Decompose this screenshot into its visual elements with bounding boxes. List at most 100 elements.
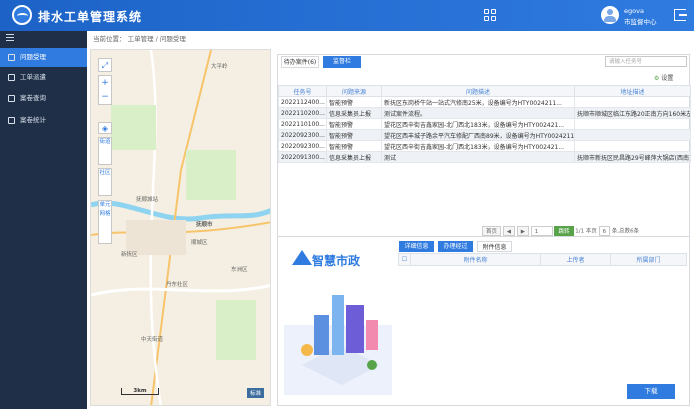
tab-details[interactable]: 详细信息 <box>399 241 434 252</box>
dispatch-icon <box>8 74 15 81</box>
sidebar-item-label: 问题受理 <box>20 53 46 61</box>
community-layer-toggle[interactable]: 社区 <box>98 168 112 196</box>
map-label: 中天街道 <box>141 337 164 343</box>
column-header[interactable]: 所属部门 <box>610 253 687 266</box>
address <box>574 129 691 141</box>
column-header[interactable]: 上传者 <box>540 253 611 266</box>
sidebar: 问题受理 工单派遣 案卷查询 案卷统计 <box>0 31 87 409</box>
sidebar-item-case-query[interactable]: 案卷查询 <box>0 89 87 108</box>
community-label: 社区 <box>99 170 111 176</box>
grid-menu-icon[interactable] <box>484 9 496 21</box>
zoom-control[interactable]: + − <box>98 75 112 105</box>
document-icon <box>8 54 15 61</box>
tab-attachments[interactable]: 附件信息 <box>477 241 512 252</box>
map-background <box>91 50 270 405</box>
address <box>574 118 691 130</box>
column-header[interactable]: 附件名称 <box>410 253 541 266</box>
task-id: 2022091300... <box>278 151 327 163</box>
description: 新抚区东岗桥牛站一站式汽修南25米，设备编号为HTY0024211... <box>381 96 575 108</box>
table-row[interactable]: 2022110200... 信息采集员上报 测试案件流程。 抚顺市顺城区临江东路20正… <box>278 107 691 119</box>
column-header[interactable]: 任务号 <box>278 85 327 97</box>
fullscreen-button[interactable]: ⤢ <box>98 58 112 72</box>
map-label: 丹东社区 <box>166 282 189 288</box>
smart-city-illustration: 智慧市政 <box>282 240 394 404</box>
chart-icon <box>8 117 15 124</box>
column-header[interactable]: 问题来源 <box>326 85 382 97</box>
task-id: 2022092300... <box>278 140 327 152</box>
address <box>574 140 691 152</box>
app-title: 排水工单管理系统 <box>38 10 143 24</box>
sidebar-item-issue-intake[interactable]: 问题受理 <box>0 48 87 67</box>
map-label: 顺城区 <box>191 240 208 246</box>
source: 智能预警 <box>326 118 382 130</box>
jump-button[interactable]: 跳转 <box>554 226 574 236</box>
column-header[interactable]: 问题描述 <box>381 85 575 97</box>
description: 望花区西丰城子路余平汽车修配厂西南89米，设备编号为HTY0024211... <box>381 129 575 141</box>
layers-button[interactable]: ◈ <box>98 122 112 134</box>
address: 抚顺市新抚区民昌路29号峰萍大锅店(西南) <box>574 151 691 163</box>
street-layer-toggle[interactable]: 街道 <box>98 137 112 165</box>
source: 智能预警 <box>326 140 382 152</box>
scale-bar: 3km <box>121 388 159 395</box>
map-view[interactable]: ⤢ + − ◈ 街道 社区 单元网格 大平岭 抚顺城站 新抚区 顺城区 抚顺市 丹… <box>90 49 271 406</box>
tab-process[interactable]: 办理经过 <box>438 241 473 252</box>
task-id: 2022112400... <box>278 96 327 108</box>
breadcrumb: 当前位置： 工单管理 / 问题受理 <box>93 35 186 43</box>
sidebar-item-label: 工单派遣 <box>20 73 46 81</box>
settings-button[interactable]: ⚙ 设置 <box>654 73 673 82</box>
task-id: 2022110100... <box>278 118 327 130</box>
user-name: egova <box>624 7 644 15</box>
logout-icon[interactable] <box>674 9 687 21</box>
page-size-select[interactable]: 6 <box>598 226 611 236</box>
search-input[interactable]: 请输入任务号 <box>605 56 687 67</box>
map-label: 新抚区 <box>121 252 138 258</box>
task-table: 任务号 问题来源 问题描述 地址描述 2022112400... 智能预警 新抚区东… <box>278 85 691 163</box>
sidebar-item-case-stats[interactable]: 案卷统计 <box>0 111 87 130</box>
address <box>574 96 691 108</box>
download-button[interactable]: 下载 <box>627 384 675 399</box>
column-header[interactable]: 地址描述 <box>574 85 691 97</box>
menu-icon[interactable] <box>6 34 14 41</box>
page-info: 1/1 本页 <box>575 228 597 235</box>
table-row[interactable]: 2022110100... 智能预警 望花区西辛街吉鑫家园-北门西北183米，设备编… <box>278 118 691 130</box>
tab-pending-cases[interactable]: 待办案件(6) <box>281 56 319 68</box>
table-row[interactable]: 2022112400... 智能预警 新抚区东岗桥牛站一站式汽修南25米，设备编号为… <box>278 96 691 108</box>
prev-page-button[interactable]: ◀ <box>502 226 515 236</box>
pagination: 首页 ◀ ▶ 1 跳转 1/1 本页 6 条,总数6条 <box>482 226 639 236</box>
select-all-checkbox[interactable]: ☐ <box>398 253 411 266</box>
table-header-row: ☐ 附件名称 上传者 所属部门 <box>398 253 687 266</box>
illustration-title: 智慧市政 <box>312 254 361 268</box>
source: 信息采集员上报 <box>326 151 382 163</box>
avatar[interactable] <box>601 6 619 24</box>
task-id: 2022092300... <box>278 129 327 141</box>
table-row[interactable]: 2022091300... 信息采集员上报 测试 抚顺市新抚区民昌路29号峰萍大锅店(… <box>278 151 691 163</box>
table-row[interactable]: 2022092300... 智能预警 望花区西辛街吉鑫家园-北门西北183米，设备编… <box>278 140 691 152</box>
description: 望花区西辛街吉鑫家园-北门西北183米，设备编号为HTY002421... <box>381 140 575 152</box>
page-input[interactable]: 1 <box>530 226 553 236</box>
next-page-button[interactable]: ▶ <box>516 226 529 236</box>
address: 抚顺市顺城区临江东路20正南方向160米左右 <box>574 107 691 119</box>
table-row[interactable]: 2022092300... 智能预警 望花区西丰城子路余平汽车修配厂西南89米，设备… <box>278 129 691 141</box>
logo-icon <box>12 5 32 25</box>
tab-supervision[interactable]: 监督栏 <box>323 56 361 68</box>
grid-layer-toggle[interactable]: 单元网格 <box>98 200 112 244</box>
attachment-table: ☐ 附件名称 上传者 所属部门 <box>398 253 687 266</box>
map-label: 抚顺城站 <box>136 197 159 203</box>
grid-label: 单元网格 <box>99 202 111 217</box>
description: 望花区西辛街吉鑫家园-北门西北183米，设备编号为HTY002421... <box>381 118 575 130</box>
map-style-badge[interactable]: 标准 <box>247 388 265 398</box>
street-label: 街道 <box>99 139 111 145</box>
task-list-panel: 待办案件(6) 监督栏 请输入任务号 ⚙ 设置 任务号 问题来源 问题描述 地址… <box>277 54 691 240</box>
first-page-button[interactable]: 首页 <box>482 226 502 236</box>
settings-label: 设置 <box>661 75 674 82</box>
source: 智能预警 <box>326 129 382 141</box>
total-count: 条,总数6条 <box>611 228 640 235</box>
gear-icon: ⚙ <box>654 75 660 82</box>
search-icon <box>8 95 15 102</box>
map-label: 大平岭 <box>211 64 228 70</box>
sidebar-item-dispatch[interactable]: 工单派遣 <box>0 68 87 87</box>
table-header-row: 任务号 问题来源 问题描述 地址描述 <box>278 85 691 97</box>
task-id: 2022110200... <box>278 107 327 119</box>
description: 测试 <box>381 151 575 163</box>
detail-panel: 智慧市政 详细信息 办理经过 附件信息 ☐ 附件名称 上传者 所属部门 下载 <box>277 236 690 406</box>
